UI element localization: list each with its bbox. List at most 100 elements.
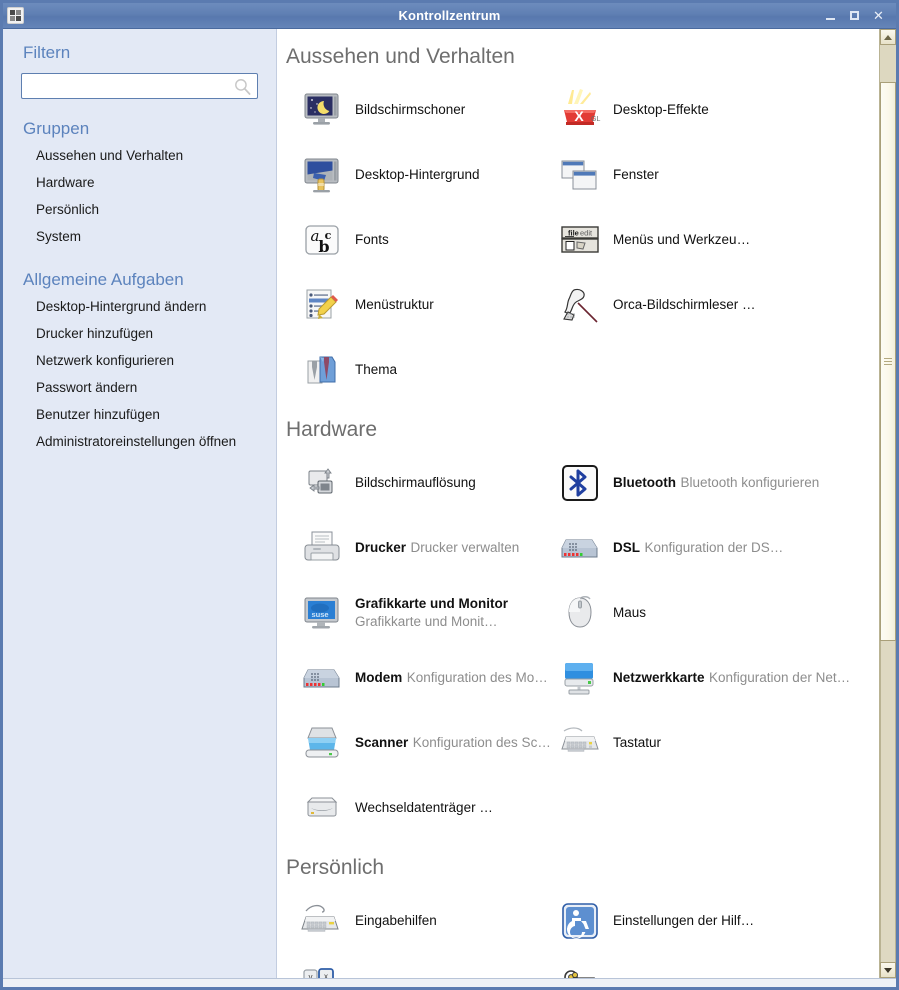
module-thema[interactable]: Thema xyxy=(299,337,557,402)
module-subtitle: Konfiguration der Net… xyxy=(709,669,851,685)
menu-editor-icon xyxy=(299,282,345,328)
svg-text:GL: GL xyxy=(591,116,600,123)
module-wechseldatentraeger[interactable]: Wechseldatenträger … xyxy=(299,775,557,840)
xgl-desktop-effects-icon: X GL xyxy=(557,87,603,133)
module-placeholder xyxy=(557,337,896,402)
module-desktop-effekte[interactable]: X GL Desktop-Effekte xyxy=(557,77,896,142)
svg-text:suse: suse xyxy=(311,610,328,619)
close-button[interactable]: ✕ xyxy=(872,9,885,22)
window-title: Kontrollzentrum xyxy=(398,8,501,23)
module-subtitle: Bluetooth konfigurieren xyxy=(680,474,820,490)
scroll-up-button[interactable] xyxy=(880,29,896,45)
task-administratoreinstellungen-oeffnen[interactable]: Administratoreinstellungen öffnen xyxy=(3,429,276,456)
module-dsl[interactable]: DSL Konfiguration der DS… xyxy=(557,515,896,580)
module-bluetooth[interactable]: Bluetooth Bluetooth konfigurieren xyxy=(557,450,896,515)
graphics-card-icon: suse xyxy=(299,590,345,636)
sidebar-item-persoenlich[interactable]: Persönlich xyxy=(3,197,276,224)
section-grid-aussehen: Bildschirmschoner X GL Desktop-Effekte D… xyxy=(277,77,896,402)
tasks-heading: Allgemeine Aufgaben xyxy=(23,270,184,290)
module-netzwerkkarte[interactable]: Netzwerkkarte Konfiguration der Net… xyxy=(557,645,896,710)
window-titlebar[interactable]: Kontrollzentrum ✕ xyxy=(3,3,896,29)
task-desktop-hintergrund-aendern[interactable]: Desktop-Hintergrund ändern xyxy=(3,294,276,321)
keyboard-icon xyxy=(557,720,603,766)
module-kurzbefehle[interactable]: y x Ctrl Kurzbefehle xyxy=(299,953,557,978)
screen-resolution-icon xyxy=(299,460,345,506)
module-title: Orca-Bildschirmleser … xyxy=(613,296,756,312)
module-title: Bildschirmschoner xyxy=(355,101,466,117)
control-center-icon xyxy=(7,7,24,24)
section-title-persoenlich: Persönlich xyxy=(286,856,385,879)
module-drucker[interactable]: Drucker Drucker verwalten xyxy=(299,515,557,580)
module-tastatur[interactable]: Tastatur xyxy=(557,710,896,775)
task-netzwerk-konfigurieren[interactable]: Netzwerk konfigurieren xyxy=(3,348,276,375)
menus-toolbars-icon: file edit xyxy=(557,217,603,263)
module-orca-bildschirmleser[interactable]: Orca-Bildschirmleser … xyxy=(557,272,896,337)
search-input[interactable] xyxy=(22,74,257,98)
task-drucker-hinzufuegen[interactable]: Drucker hinzufügen xyxy=(3,321,276,348)
module-subtitle: Konfiguration des Sc… xyxy=(412,734,551,750)
vertical-scrollbar[interactable] xyxy=(879,29,896,978)
module-title: Eingabehilfen xyxy=(355,912,437,928)
sidebar-item-hardware[interactable]: Hardware xyxy=(3,170,276,197)
theme-icon xyxy=(299,347,345,393)
minimize-button[interactable] xyxy=(824,9,837,22)
module-subtitle: Konfiguration der DS… xyxy=(644,539,784,555)
module-fonts[interactable]: a c b Fonts xyxy=(299,207,557,272)
maximize-button[interactable] xyxy=(848,9,861,22)
module-menuestruktur[interactable]: Menüstruktur xyxy=(299,272,557,337)
scrollbar-thumb[interactable] xyxy=(880,81,896,642)
sidebar-item-aussehen-und-verhalten[interactable]: Aussehen und Verhalten xyxy=(3,143,276,170)
module-title: Scanner xyxy=(355,734,409,750)
chevron-down-icon xyxy=(884,967,892,973)
fonts-icon: a c b xyxy=(299,217,345,263)
svg-text:edit: edit xyxy=(580,228,593,237)
task-passwort-aendern[interactable]: Passwort ändern xyxy=(3,375,276,402)
content-scroll-area[interactable]: Aussehen und Verhalten Bildschirmschoner… xyxy=(277,29,896,978)
accessibility-icon xyxy=(557,898,603,944)
section-grid-hardware: Bildschirmauflösung Bluetooth Bluetooth … xyxy=(277,450,896,840)
module-title: Desktop-Hintergrund xyxy=(355,166,480,182)
module-modem[interactable]: Modem Konfiguration des Mo… xyxy=(299,645,557,710)
module-title: Bluetooth xyxy=(613,474,676,490)
section-title-aussehen: Aussehen und Verhalten xyxy=(286,45,515,68)
module-title: Wechseldatenträger … xyxy=(355,799,493,815)
scrollbar-trough[interactable] xyxy=(880,641,896,962)
scroll-down-button[interactable] xyxy=(880,962,896,978)
module-fenster[interactable]: Fenster xyxy=(557,142,896,207)
network-card-icon xyxy=(557,655,603,701)
module-bildschirmaufloesung[interactable]: Bildschirmauflösung xyxy=(299,450,557,515)
module-scanner[interactable]: Scanner Konfiguration des Sc… xyxy=(299,710,557,775)
wallpaper-icon xyxy=(299,152,345,198)
scanner-icon xyxy=(299,720,345,766)
module-grafikkarte-und-monitor[interactable]: suse Grafikkarte und Monitor Grafikkarte… xyxy=(299,580,557,645)
groups-list: Aussehen und Verhalten Hardware Persönli… xyxy=(3,143,276,250)
removable-media-icon xyxy=(299,785,345,831)
module-title: Bildschirmauflösung xyxy=(355,474,476,490)
module-maus[interactable]: Maus xyxy=(557,580,896,645)
sidebar: Filtern Gruppen Aussehen und Verhalten H… xyxy=(3,29,277,978)
module-title: Einstellungen der Hilf… xyxy=(613,912,755,928)
module-title: DSL xyxy=(613,539,640,555)
window-body: Filtern Gruppen Aussehen und Verhalten H… xyxy=(3,29,896,978)
chevron-up-icon xyxy=(884,34,892,40)
module-title: Maus xyxy=(613,604,647,620)
module-title: Desktop-Effekte xyxy=(613,101,709,117)
svg-text:x: x xyxy=(324,972,328,979)
task-benutzer-hinzufuegen[interactable]: Benutzer hinzufügen xyxy=(3,402,276,429)
module-einstellungen-der-hilfsmittel[interactable]: Einstellungen der Hilf… xyxy=(557,888,896,953)
module-eingabehilfen[interactable]: Eingabehilfen xyxy=(299,888,557,953)
module-menues-und-werkzeugleisten[interactable]: file edit Menüs und Werkzeu… xyxy=(557,207,896,272)
module-title: Kurzbefehle xyxy=(355,978,427,979)
search-box[interactable] xyxy=(21,73,258,99)
module-title: Netzwerkkarte xyxy=(613,669,705,685)
accessibility-keyboard-icon xyxy=(299,898,345,944)
module-placeholder xyxy=(557,775,896,840)
module-subtitle: Drucker verwalten xyxy=(410,539,520,555)
module-bildschirmschoner[interactable]: Bildschirmschoner xyxy=(299,77,557,142)
module-desktop-hintergrund[interactable]: Desktop-Hintergrund xyxy=(299,142,557,207)
module-passwort-aendern[interactable]: Passwort ändern xyxy=(557,953,896,978)
sidebar-item-system[interactable]: System xyxy=(3,224,276,251)
dsl-modem-icon xyxy=(557,525,603,571)
svg-text:file: file xyxy=(568,228,579,237)
window-controls: ✕ xyxy=(824,9,896,22)
